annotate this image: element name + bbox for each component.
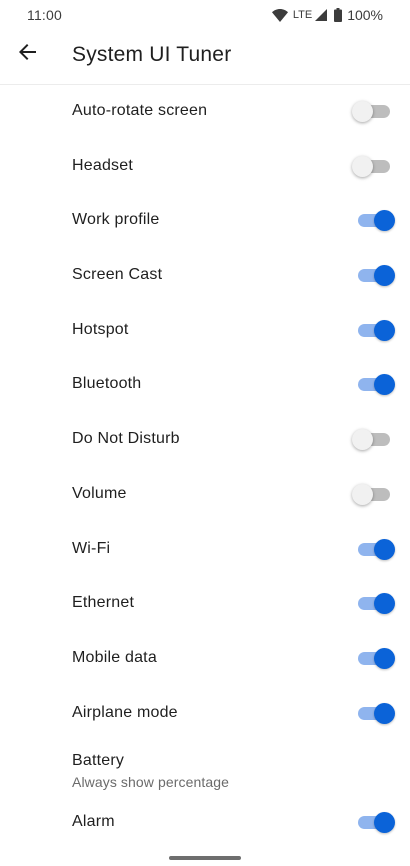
setting-mobile-data[interactable]: Mobile data <box>0 631 410 686</box>
cell-signal-icon <box>315 9 328 21</box>
back-button[interactable] <box>10 36 46 72</box>
toggle-switch[interactable] <box>358 593 395 615</box>
setting-label: Do Not Disturb <box>72 430 180 448</box>
toggle-switch[interactable] <box>358 538 395 560</box>
setting-label: Headset <box>72 156 133 174</box>
gesture-nav-handle[interactable] <box>169 856 241 860</box>
toggle-thumb <box>352 101 373 122</box>
toggle-switch[interactable] <box>358 210 395 232</box>
network-type: LTE <box>292 9 313 21</box>
setting-label: Alarm <box>72 812 115 830</box>
setting-wifi[interactable]: Wi-Fi <box>0 522 410 577</box>
setting-label: Wi-Fi <box>72 539 111 557</box>
setting-work-profile[interactable]: Work profile <box>0 193 410 248</box>
toggle-thumb <box>374 702 395 724</box>
battery-percentage: 100% <box>347 7 383 23</box>
toggle-thumb <box>374 538 395 560</box>
setting-label: Battery <box>72 752 125 770</box>
setting-auto-rotate[interactable]: Auto-rotate screen <box>0 84 410 139</box>
toggle-switch[interactable] <box>352 429 390 451</box>
setting-do-not-disturb[interactable]: Do Not Disturb <box>0 412 410 467</box>
setting-battery[interactable]: Battery Always show percentage <box>0 740 410 795</box>
toggle-thumb <box>374 811 395 833</box>
wifi-icon <box>271 8 288 22</box>
toggle-switch[interactable] <box>358 702 395 724</box>
setting-volume[interactable]: Volume <box>0 467 410 522</box>
setting-label: Volume <box>72 484 127 502</box>
setting-ethernet[interactable]: Ethernet <box>0 576 410 631</box>
setting-screen-cast[interactable]: Screen Cast <box>0 248 410 303</box>
status-time: 11:00 <box>27 7 62 23</box>
toggle-thumb <box>374 647 395 669</box>
setting-bluetooth[interactable]: Bluetooth <box>0 357 410 412</box>
setting-label: Screen Cast <box>72 266 163 284</box>
toggle-thumb <box>374 210 395 232</box>
setting-hotspot[interactable]: Hotspot <box>0 303 410 358</box>
setting-label: Bluetooth <box>72 375 142 393</box>
setting-summary: Always show percentage <box>72 774 230 791</box>
toggle-thumb <box>352 483 373 505</box>
toggle-thumb <box>374 593 395 615</box>
toggle-switch[interactable] <box>358 647 395 669</box>
toggle-switch[interactable] <box>352 101 390 122</box>
battery-icon <box>334 8 343 22</box>
setting-label: Ethernet <box>72 594 135 612</box>
toggle-switch[interactable] <box>358 319 395 341</box>
page-title: System UI Tuner <box>72 43 232 66</box>
setting-airplane-mode[interactable]: Airplane mode <box>0 686 410 741</box>
arrow-back-icon <box>18 42 38 67</box>
toggle-thumb <box>374 374 395 396</box>
settings-list: Auto-rotate screen Headset Work profile … <box>0 84 410 850</box>
setting-label: Hotspot <box>72 320 129 338</box>
toggle-switch[interactable] <box>352 155 390 177</box>
toggle-thumb <box>374 265 395 287</box>
toggle-switch[interactable] <box>358 374 395 396</box>
toggle-thumb <box>352 429 373 451</box>
setting-label: Mobile data <box>72 648 157 666</box>
app-bar: System UI Tuner <box>0 30 410 85</box>
toggle-switch[interactable] <box>358 811 395 833</box>
toggle-thumb <box>374 319 395 341</box>
toggle-switch[interactable] <box>352 483 390 505</box>
setting-alarm[interactable]: Alarm <box>0 795 410 850</box>
setting-headset[interactable]: Headset <box>0 139 410 194</box>
toggle-thumb <box>352 155 373 177</box>
setting-label: Airplane mode <box>72 703 178 721</box>
setting-label: Auto-rotate screen <box>72 102 208 119</box>
status-icons: LTE 100% <box>271 6 383 24</box>
toggle-switch[interactable] <box>358 265 395 287</box>
setting-label: Work profile <box>72 211 160 229</box>
status-bar: 11:00 LTE 100% <box>0 0 410 30</box>
